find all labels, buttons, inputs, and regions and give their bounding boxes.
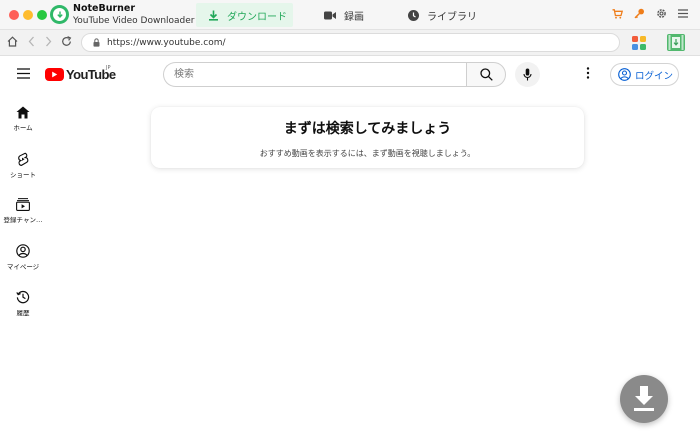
search-button[interactable] (466, 62, 506, 87)
history-icon (16, 290, 30, 304)
browser-toolbar: https://www.youtube.com/ (0, 30, 700, 56)
download-icon (634, 386, 654, 411)
subscriptions-icon (16, 198, 30, 211)
account-icon (16, 244, 30, 258)
microphone-icon (523, 68, 532, 81)
voice-search-button[interactable] (515, 62, 540, 87)
sidebar-item-shorts[interactable]: ショート (0, 148, 46, 188)
sidebar-item-label: ショート (10, 171, 36, 179)
app-subtitle: YouTube Video Downloader (73, 16, 195, 26)
menu-icon[interactable] (678, 9, 688, 18)
film-icon[interactable] (667, 34, 685, 51)
gear-icon[interactable] (656, 8, 667, 19)
youtube-play-icon (45, 68, 64, 81)
sidebar-item-label: 登録チャン… (3, 216, 43, 224)
sidebar-item-label: 履歴 (16, 309, 30, 317)
key-icon[interactable] (634, 8, 645, 19)
url-bar[interactable]: https://www.youtube.com/ (81, 33, 620, 52)
tab-download-label: ダウンロード (227, 11, 287, 23)
tab-record-label: 録画 (344, 11, 364, 23)
app-name: NoteBurner (73, 3, 136, 14)
lock-icon (93, 38, 100, 47)
video-camera-icon (324, 11, 336, 19)
youtube-logo[interactable]: YouTube (45, 67, 116, 82)
sidebar-item-subscriptions[interactable]: 登録チャン… (0, 194, 46, 234)
sidebar-item-home[interactable]: ホーム (0, 102, 46, 142)
youtube-header: YouTube JP 検索 ログイン (0, 56, 700, 92)
hamburger-menu-icon[interactable] (17, 68, 30, 79)
search-input[interactable]: 検索 (163, 62, 467, 87)
home-icon (16, 106, 30, 119)
account-icon (618, 68, 631, 81)
apps-grid-icon[interactable] (632, 36, 646, 50)
sidebar-item-my-page[interactable]: マイページ (0, 240, 46, 280)
prompt-title: まずは検索してみましょう (283, 121, 452, 137)
close-window-button[interactable] (9, 10, 19, 20)
sidebar-item-label: マイページ (6, 263, 40, 271)
tab-library[interactable]: ライブラリ (408, 3, 477, 27)
more-options-icon[interactable] (586, 67, 590, 79)
home-icon[interactable] (7, 36, 18, 47)
minimize-window-button[interactable] (23, 10, 33, 20)
clock-icon (408, 9, 419, 21)
reload-icon[interactable] (61, 36, 72, 47)
login-label: ログイン (635, 70, 674, 82)
sidebar-item-label: ホーム (13, 124, 33, 132)
login-button[interactable]: ログイン (610, 63, 679, 86)
url-text: https://www.youtube.com/ (107, 38, 226, 48)
download-fab-button[interactable] (620, 375, 668, 423)
app-logo (50, 5, 69, 24)
tab-record[interactable]: 録画 (324, 3, 364, 27)
tab-download[interactable]: ダウンロード (196, 3, 293, 27)
forward-icon[interactable] (45, 36, 52, 47)
shorts-icon (18, 152, 29, 166)
back-icon[interactable] (28, 36, 35, 47)
search-icon (479, 68, 493, 81)
region-code: JP (106, 65, 111, 71)
search-placeholder: 検索 (174, 69, 194, 80)
cart-icon[interactable] (612, 8, 623, 19)
search-prompt-card: まずは検索してみましょう おすすめ動画を表示するには、まず動画を視聴しましょう。 (151, 107, 584, 168)
prompt-description: おすすめ動画を表示するには、まず動画を視聴しましょう。 (259, 149, 476, 158)
zoom-window-button[interactable] (37, 10, 47, 20)
download-icon (209, 10, 218, 21)
app-titlebar: NoteBurner YouTube Video Downloader ダウンロ… (0, 0, 700, 30)
sidebar-item-history[interactable]: 履歴 (0, 286, 46, 326)
tab-library-label: ライブラリ (427, 11, 477, 23)
